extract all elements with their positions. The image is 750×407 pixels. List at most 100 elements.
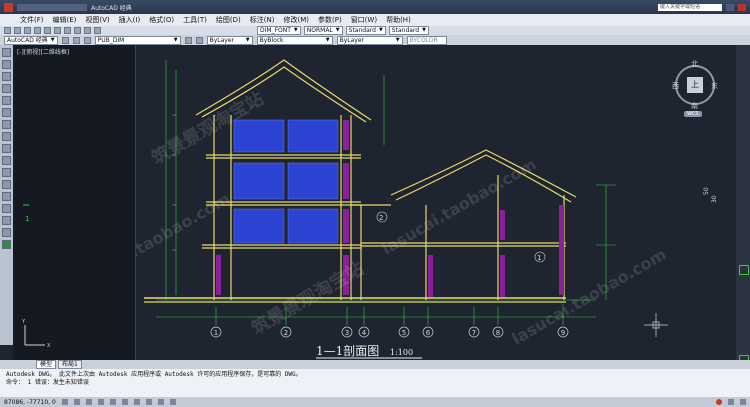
tpy-icon[interactable]	[169, 399, 176, 405]
menu-dimension[interactable]: 标注(N)	[250, 15, 275, 25]
linetype-select[interactable]: ByBlock ▼	[256, 35, 333, 45]
circle-icon[interactable]	[2, 108, 11, 117]
open-icon[interactable]	[14, 27, 21, 34]
polyline-icon[interactable]	[2, 60, 11, 69]
properties-icon[interactable]	[84, 27, 91, 34]
layer-previous-icon[interactable]	[184, 36, 192, 44]
ortho-icon[interactable]	[85, 399, 92, 405]
text-style-select[interactable]: DIM_FONT ▼	[257, 26, 301, 35]
axis-label: 5	[402, 329, 406, 337]
lwt-icon[interactable]	[157, 399, 164, 405]
tab-layout1[interactable]: 布局1	[58, 360, 82, 369]
table-style-select[interactable]: Standard ▼	[345, 26, 386, 35]
menu-format[interactable]: 格式(O)	[149, 15, 174, 25]
coordinates-readout: 87086, -77710, 0	[4, 398, 56, 406]
clean-screen-icon[interactable]	[740, 399, 746, 405]
make-block-icon[interactable]	[2, 168, 11, 177]
rectangle-icon[interactable]	[2, 84, 11, 93]
pan-icon[interactable]	[64, 27, 71, 34]
compass-south[interactable]: 南	[691, 101, 698, 111]
axis-label: 6	[426, 329, 431, 337]
plotstyle-select[interactable]: BYCOLOR	[406, 35, 447, 45]
command-history-line: 命令： 1 错误：发生未知错误	[6, 379, 89, 386]
close-icon[interactable]	[738, 3, 746, 11]
osnap-icon[interactable]	[109, 399, 116, 405]
gradient-icon[interactable]	[2, 204, 11, 213]
menu-draw[interactable]: 绘图(D)	[216, 15, 241, 25]
compass-west[interactable]: 西	[672, 81, 679, 91]
undo-icon[interactable]	[44, 27, 51, 34]
menu-help[interactable]: 帮助(H)	[386, 15, 411, 25]
wcs-menu[interactable]: WCS	[684, 111, 702, 117]
axis-label: 4	[362, 329, 367, 337]
revcloud-icon[interactable]	[2, 120, 11, 129]
point-icon[interactable]	[2, 180, 11, 189]
bulb-icon[interactable]	[83, 36, 91, 44]
glass-curtain	[233, 119, 339, 244]
workspace-icon[interactable]	[728, 399, 734, 405]
mtext-icon[interactable]	[2, 240, 11, 249]
ellipse-icon[interactable]	[2, 144, 11, 153]
region-icon[interactable]	[2, 216, 11, 225]
otrack-icon[interactable]	[121, 399, 128, 405]
workspace-select[interactable]: AutoCAD 经典 ▼	[4, 35, 58, 45]
svg-text:X: X	[47, 343, 51, 349]
hatch-icon[interactable]	[2, 192, 11, 201]
save-icon[interactable]	[24, 27, 31, 34]
menu-tools[interactable]: 工具(T)	[183, 15, 207, 25]
viewport-left-area[interactable]: [-][俯视][二维线框] 1 X Y	[13, 45, 136, 360]
menu-file[interactable]: 文件(F)	[20, 15, 44, 25]
print-icon[interactable]	[34, 27, 41, 34]
ducs-icon[interactable]	[133, 399, 140, 405]
viewcube[interactable]: 上 北 西 东 南	[672, 57, 718, 110]
minimize-icon[interactable]	[726, 3, 734, 11]
menu-view[interactable]: 视图(V)	[85, 15, 109, 25]
menu-parametric[interactable]: 参数(P)	[318, 15, 342, 25]
table-icon[interactable]	[2, 228, 11, 237]
dyn-icon[interactable]	[145, 399, 152, 405]
alert-icon[interactable]	[716, 399, 722, 405]
menu-modify[interactable]: 修改(M)	[283, 15, 309, 25]
layer-select[interactable]: PUB_DIM ▼	[94, 35, 181, 45]
zoom-icon[interactable]	[74, 27, 81, 34]
redo-icon[interactable]	[54, 27, 61, 34]
snap-icon[interactable]	[61, 399, 68, 405]
marker-label: 2	[379, 214, 383, 222]
line-icon[interactable]	[2, 48, 11, 57]
drawing-canvas[interactable]: 2 1 1 2 3 4 5 6 7 8 9 1—1剖面图 1:100 50 30	[136, 45, 736, 360]
layout-tabs: 模型 布局1	[0, 360, 750, 369]
search-input[interactable]: 键入关键字或短语	[658, 3, 722, 11]
workspace-label: AutoCAD 经典	[91, 4, 132, 12]
crosshair-cursor	[644, 313, 668, 337]
axis-label: 8	[496, 329, 500, 337]
dim-style-select[interactable]: NORMAL ▼	[303, 26, 343, 35]
tab-model[interactable]: 模型	[36, 360, 57, 369]
lineweight-select[interactable]: ByLayer ▼	[336, 35, 403, 45]
new-icon[interactable]	[4, 27, 11, 34]
axis-label: 3	[345, 329, 349, 337]
polar-icon[interactable]	[97, 399, 104, 405]
gear-icon[interactable]	[61, 36, 69, 44]
title-bar: AutoCAD 经典 键入关键字或短语	[0, 0, 750, 14]
insert-block-icon[interactable]	[2, 156, 11, 165]
arc-icon[interactable]	[2, 96, 11, 105]
layer-manager-icon[interactable]	[72, 36, 80, 44]
menu-insert[interactable]: 插入(I)	[119, 15, 141, 25]
viewcube-face[interactable]: 上	[687, 77, 703, 93]
menu-edit[interactable]: 编辑(E)	[53, 15, 77, 25]
nav-bar-icon[interactable]	[739, 265, 749, 275]
menu-window[interactable]: 窗口(W)	[351, 15, 377, 25]
matchprop-icon[interactable]	[94, 27, 101, 34]
spline-icon[interactable]	[2, 132, 11, 141]
compass-east[interactable]: 东	[711, 81, 718, 91]
grid-icon[interactable]	[73, 399, 80, 405]
mleader-style-select[interactable]: Standard ▼	[388, 26, 429, 35]
compass-north[interactable]: 北	[691, 59, 698, 69]
app-logo-icon[interactable]	[4, 2, 13, 12]
quick-access-toolbar[interactable]	[17, 3, 87, 11]
polygon-icon[interactable]	[2, 72, 11, 81]
axis-label: 9	[561, 329, 565, 337]
layer-match-icon[interactable]	[195, 36, 203, 44]
command-window[interactable]: Autodesk DWG。 此文件上次由 Autodesk 应用程序或 Auto…	[0, 369, 750, 397]
color-select[interactable]: ByLayer ▼	[206, 35, 253, 45]
